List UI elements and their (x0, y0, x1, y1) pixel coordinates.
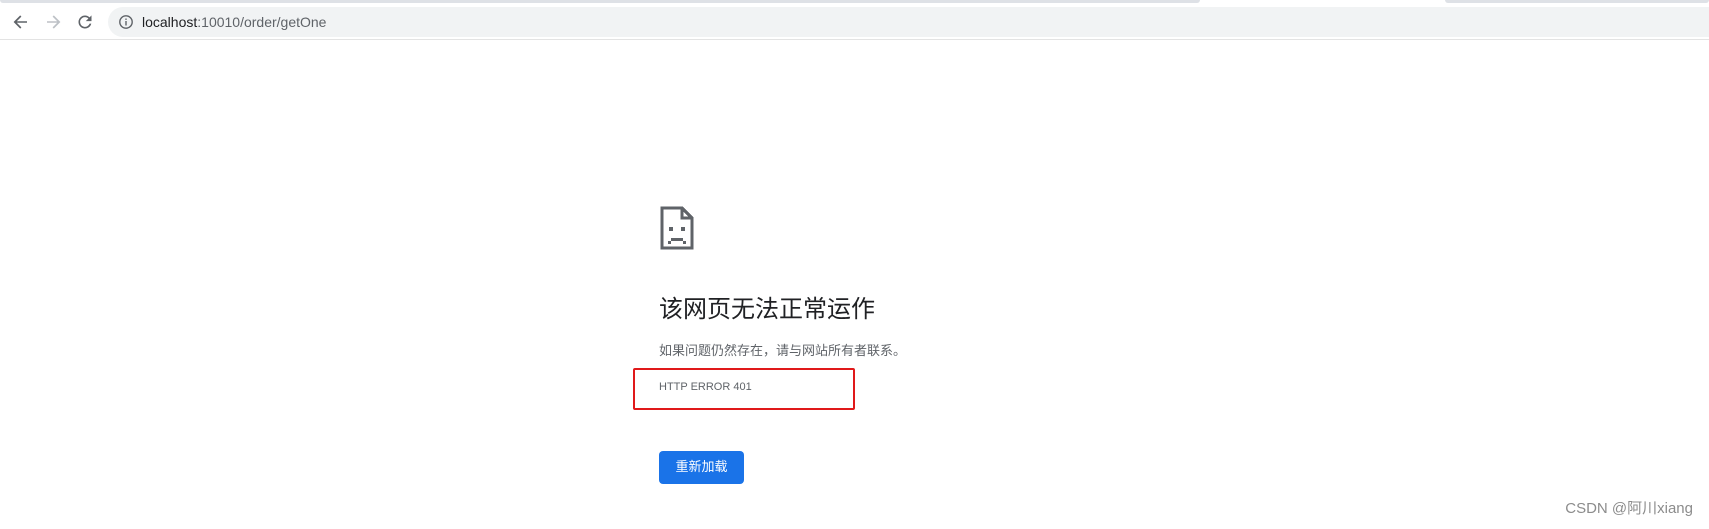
back-button[interactable] (7, 8, 35, 36)
sad-document-icon (660, 206, 694, 250)
reload-button[interactable]: 重新加载 (659, 451, 744, 484)
watermark: CSDN @阿川xiang (1565, 500, 1693, 517)
info-icon[interactable] (118, 14, 134, 30)
url-text[interactable]: localhost:10010/order/getOne (142, 13, 326, 31)
error-code-highlight (633, 368, 855, 410)
forward-arrow-icon (47, 15, 61, 29)
error-message: 如果问题仍然存在，请与网站所有者联系。 (659, 344, 907, 359)
forward-button[interactable] (39, 8, 67, 36)
address-bar[interactable]: localhost:10010/order/getOne (108, 7, 1709, 37)
url-host: localhost (142, 14, 198, 30)
url-path: :10010/order/getOne (197, 14, 327, 30)
error-heading: 该网页无法正常运作 (659, 295, 875, 323)
browser-toolbar: localhost:10010/order/getOne (0, 3, 1709, 40)
reload-page-button[interactable] (71, 8, 99, 36)
back-arrow-icon (13, 15, 27, 29)
reload-icon (78, 15, 92, 29)
